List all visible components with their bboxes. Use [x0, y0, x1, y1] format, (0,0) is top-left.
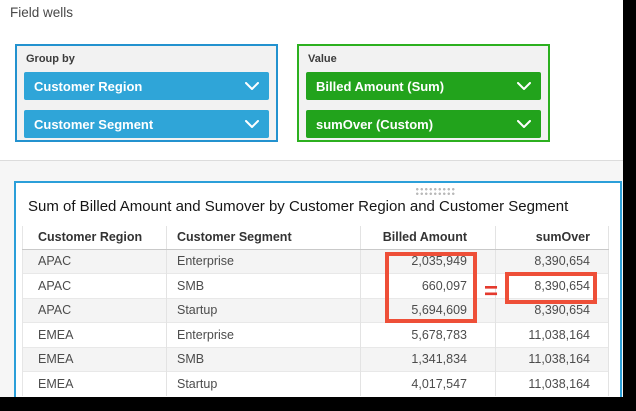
value-field-sumover[interactable]: sumOver (Custom)	[306, 110, 541, 138]
equals-annotation: =	[477, 278, 505, 306]
group-by-field-customer-region[interactable]: Customer Region	[24, 72, 269, 100]
table-cell: 4,017,547	[361, 372, 496, 397]
pill-label: Billed Amount (Sum)	[316, 79, 444, 94]
highlight-box-sumover	[505, 272, 597, 304]
table-cell: 1,341,834	[361, 347, 496, 372]
pill-label: sumOver (Custom)	[316, 117, 433, 132]
page-title: Field wells	[10, 5, 73, 20]
group-by-field-customer-segment[interactable]: Customer Segment	[24, 110, 269, 138]
column-header-billed-amount[interactable]: Billed Amount	[361, 226, 496, 249]
field-wells-screen: Field wells Group by Customer Region Cus…	[0, 0, 636, 411]
table-cell: APAC	[23, 274, 167, 299]
drag-handle-icon[interactable]	[415, 187, 455, 196]
table-cell: Startup	[167, 372, 361, 397]
highlight-box-billed-amount	[385, 252, 477, 323]
chevron-down-icon[interactable]	[245, 82, 259, 90]
column-header-sumover[interactable]: sumOver	[496, 226, 609, 249]
screenshot-frame-edge	[0, 397, 636, 411]
chevron-down-icon[interactable]	[517, 82, 531, 90]
table-row: EMEAEnterprise5,678,78311,038,164	[23, 323, 609, 348]
table-cell: 8,390,654	[496, 249, 609, 274]
table-cell: Startup	[167, 298, 361, 323]
table-row: APACEnterprise2,035,9498,390,654	[23, 249, 609, 274]
table-cell: 11,038,164	[496, 323, 609, 348]
chevron-down-icon[interactable]	[517, 120, 531, 128]
table-cell: EMEA	[23, 323, 167, 348]
table-cell: EMEA	[23, 372, 167, 397]
table-cell: 11,038,164	[496, 347, 609, 372]
column-header-customer-segment[interactable]: Customer Segment	[167, 226, 361, 249]
table-row: EMEASMB1,341,83411,038,164	[23, 347, 609, 372]
visual-title: Sum of Billed Amount and Sumover by Cust…	[28, 198, 568, 215]
table-cell: APAC	[23, 298, 167, 323]
group-by-well: Group by Customer Region Customer Segmen…	[15, 44, 278, 142]
table-cell: SMB	[167, 347, 361, 372]
table-row: EMEAStartup4,017,54711,038,164	[23, 372, 609, 397]
value-field-billed-amount[interactable]: Billed Amount (Sum)	[306, 72, 541, 100]
table-cell: Enterprise	[167, 249, 361, 274]
value-well: Value Billed Amount (Sum) sumOver (Custo…	[297, 44, 550, 142]
pill-label: Customer Segment	[34, 117, 153, 132]
table-cell: Enterprise	[167, 323, 361, 348]
table-cell: 5,678,783	[361, 323, 496, 348]
chevron-down-icon[interactable]	[245, 120, 259, 128]
table-cell: 11,038,164	[496, 372, 609, 397]
pill-label: Customer Region	[34, 79, 142, 94]
group-by-label: Group by	[17, 46, 276, 72]
pivot-table: Customer RegionCustomer SegmentBilled Am…	[22, 226, 609, 396]
column-header-customer-region[interactable]: Customer Region	[23, 226, 167, 249]
table-cell: APAC	[23, 249, 167, 274]
value-label: Value	[299, 46, 548, 72]
table-cell: EMEA	[23, 347, 167, 372]
screenshot-frame-edge	[623, 0, 636, 411]
table-cell: SMB	[167, 274, 361, 299]
